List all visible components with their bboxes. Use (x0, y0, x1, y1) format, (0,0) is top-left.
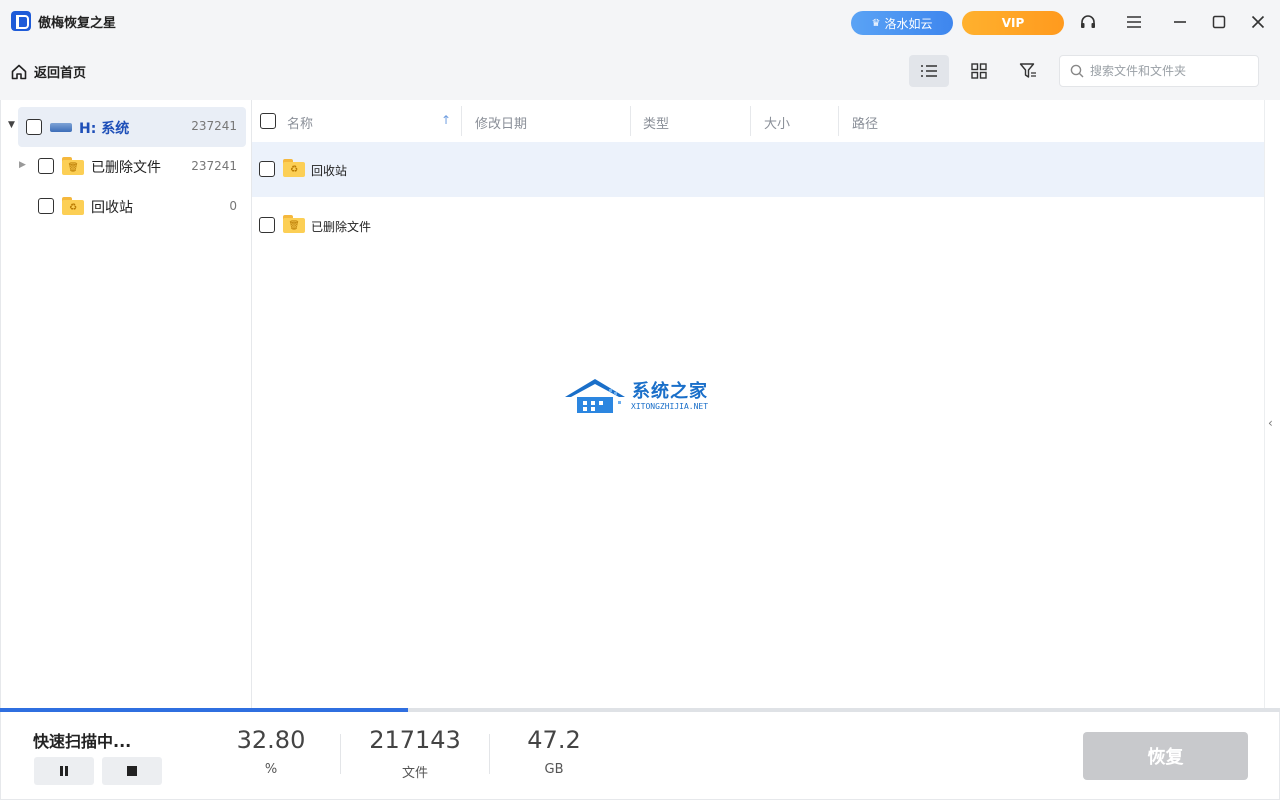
watermark-text: 系统之家 (632, 381, 708, 402)
deleted-files-checkbox[interactable] (38, 158, 54, 174)
table-row[interactable]: ♻ 回收站 (252, 142, 1264, 197)
search-input[interactable] (1090, 64, 1250, 78)
file-name: 回收站 (311, 164, 348, 178)
menu-icon[interactable] (1122, 10, 1146, 34)
stop-icon (127, 766, 137, 776)
maximize-icon[interactable] (1207, 10, 1231, 34)
status-bar: 快速扫描中... 32.80 % 217143 文件 47.2 GB 恢复 (0, 712, 1280, 800)
search-box (1059, 55, 1259, 87)
stop-button[interactable] (102, 757, 162, 785)
headset-icon[interactable] (1076, 10, 1100, 34)
expand-triangle-icon[interactable]: ▶ (19, 160, 26, 170)
column-name[interactable]: 名称 (287, 113, 313, 132)
drive-label: H: 系统 (79, 121, 130, 137)
app-title: 傲梅恢复之星 (38, 16, 117, 31)
collapse-triangle-icon[interactable]: ▼ (8, 120, 15, 130)
grid-view-icon (971, 63, 987, 79)
column-modified-date[interactable]: 修改日期 (475, 113, 527, 132)
column-path[interactable]: 路径 (852, 113, 878, 132)
files-stat: 217143 文件 (360, 726, 470, 781)
app-logo-icon (11, 11, 31, 31)
filter-icon (1019, 63, 1036, 78)
sort-ascending-icon[interactable]: ↑ (441, 113, 451, 127)
search-icon (1070, 64, 1084, 78)
file-list: 名称 ↑ 修改日期 类型 大小 路径 ♻ 回收站 🗑 已删除文件 (252, 100, 1264, 708)
tree-item-deleted-files[interactable]: ▶ 🗑 已删除文件 237241 (1, 147, 252, 185)
scan-status-label: 快速扫描中... (33, 732, 132, 751)
list-view-button[interactable] (909, 55, 949, 87)
home-icon (11, 64, 27, 79)
row-checkbox[interactable] (259, 161, 275, 177)
row-checkbox[interactable] (259, 217, 275, 233)
tree-item-label: 已删除文件 (91, 160, 161, 176)
recycle-bin-checkbox[interactable] (38, 198, 54, 214)
percent-stat: 32.80 % (216, 726, 326, 777)
recycle-folder-icon: ♻ (283, 159, 305, 177)
percent-value: 32.80 (236, 726, 306, 754)
list-view-icon (921, 65, 937, 77)
size-value: 47.2 (527, 726, 581, 754)
cloud-account-button[interactable]: ♛ 洛水如云 (851, 11, 953, 35)
pause-icon (60, 766, 68, 776)
tree-item-recycle-bin[interactable]: ♻ 回收站 0 (1, 187, 252, 225)
files-unit: 文件 (401, 766, 428, 781)
column-type[interactable]: 类型 (643, 113, 669, 132)
tree-item-count: 0 (229, 199, 237, 213)
watermark-url: XITONGZHIJIA.NET (631, 402, 709, 411)
column-size[interactable]: 大小 (764, 113, 790, 132)
column-header: 名称 ↑ 修改日期 类型 大小 路径 (252, 100, 1264, 142)
drive-icon (50, 123, 72, 132)
select-all-checkbox[interactable] (260, 113, 276, 129)
sidebar-tree: ▼ H: 系统 237241 ▶ 🗑 已删除文件 237241 ♻ 回收站 0 (0, 100, 252, 708)
side-panel-toggle[interactable]: ‹ (1264, 100, 1280, 708)
trash-folder-icon: 🗑 (283, 215, 305, 233)
recover-button[interactable]: 恢复 (1083, 732, 1248, 780)
table-row[interactable]: 🗑 已删除文件 (252, 198, 1264, 253)
back-home-button[interactable]: 返回首页 (10, 62, 86, 81)
minimize-icon[interactable] (1168, 10, 1192, 34)
files-value: 217143 (369, 726, 461, 754)
chevron-left-icon: ‹ (1268, 416, 1273, 430)
vip-button[interactable]: VIP (962, 11, 1064, 35)
close-icon[interactable] (1246, 10, 1270, 34)
tree-item-drive[interactable]: ▼ H: 系统 237241 (1, 107, 252, 147)
trash-folder-icon: 🗑 (62, 157, 84, 175)
grid-view-button[interactable] (959, 55, 999, 87)
percent-unit: % (264, 762, 278, 777)
cloud-account-label: 洛水如云 (884, 16, 933, 31)
file-name: 已删除文件 (311, 220, 372, 234)
watermark-house-logo (565, 379, 625, 413)
back-home-label: 返回首页 (34, 66, 87, 81)
drive-checkbox[interactable] (26, 119, 42, 135)
recycle-folder-icon: ♻ (62, 197, 84, 215)
tree-item-label: 回收站 (91, 200, 133, 216)
filter-button[interactable] (1008, 55, 1048, 87)
title-bar: 傲梅恢复之星 ♛ 洛水如云 VIP (0, 0, 1280, 44)
toolbar: 返回首页 (0, 44, 1280, 100)
tree-item-count: 237241 (191, 159, 237, 173)
pause-button[interactable] (34, 757, 94, 785)
size-unit: GB (544, 762, 564, 777)
size-stat: 47.2 GB (499, 726, 609, 777)
crown-icon: ♛ (871, 17, 881, 29)
watermark: 系统之家 XITONGZHIJIA.NET (563, 377, 723, 423)
drive-count: 237241 (191, 119, 237, 133)
